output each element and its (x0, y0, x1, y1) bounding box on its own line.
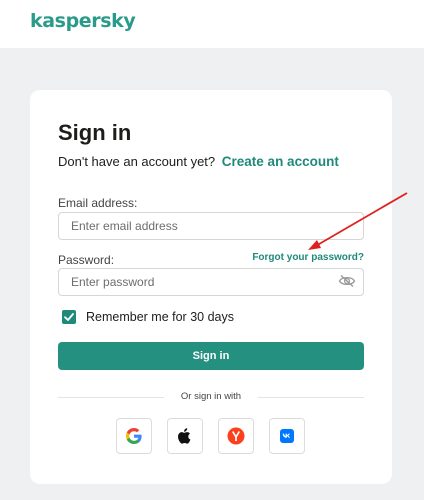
forgot-password-link[interactable]: Forgot your password? (252, 252, 364, 263)
vk-icon (280, 429, 294, 443)
email-label: Email address: (58, 196, 138, 210)
eye-slash-icon[interactable] (338, 274, 356, 288)
yandex-icon (227, 427, 245, 445)
checkmark-icon (64, 313, 74, 321)
apple-icon (178, 428, 191, 444)
page-title: Sign in (58, 120, 132, 145)
remember-checkbox[interactable] (62, 310, 76, 324)
signin-card: Sign in Don't have an account yet? Creat… (30, 90, 392, 484)
top-bar: kaspersky (0, 0, 424, 48)
password-field[interactable] (58, 268, 364, 296)
kaspersky-logo[interactable]: kaspersky (30, 10, 136, 32)
no-account-text: Don't have an account yet? (58, 154, 216, 169)
create-account-link[interactable]: Create an account (222, 154, 339, 169)
email-field[interactable] (58, 212, 364, 240)
google-signin-button[interactable] (116, 418, 152, 454)
signin-button[interactable]: Sign in (58, 342, 364, 370)
divider-right (258, 397, 364, 398)
vk-signin-button[interactable] (269, 418, 305, 454)
password-label: Password: (58, 253, 115, 267)
google-icon (126, 428, 142, 444)
yandex-signin-button[interactable] (218, 418, 254, 454)
remember-label[interactable]: Remember me for 30 days (86, 310, 234, 324)
apple-signin-button[interactable] (167, 418, 203, 454)
signup-prompt: Don't have an account yet? Create an acc… (58, 154, 339, 169)
